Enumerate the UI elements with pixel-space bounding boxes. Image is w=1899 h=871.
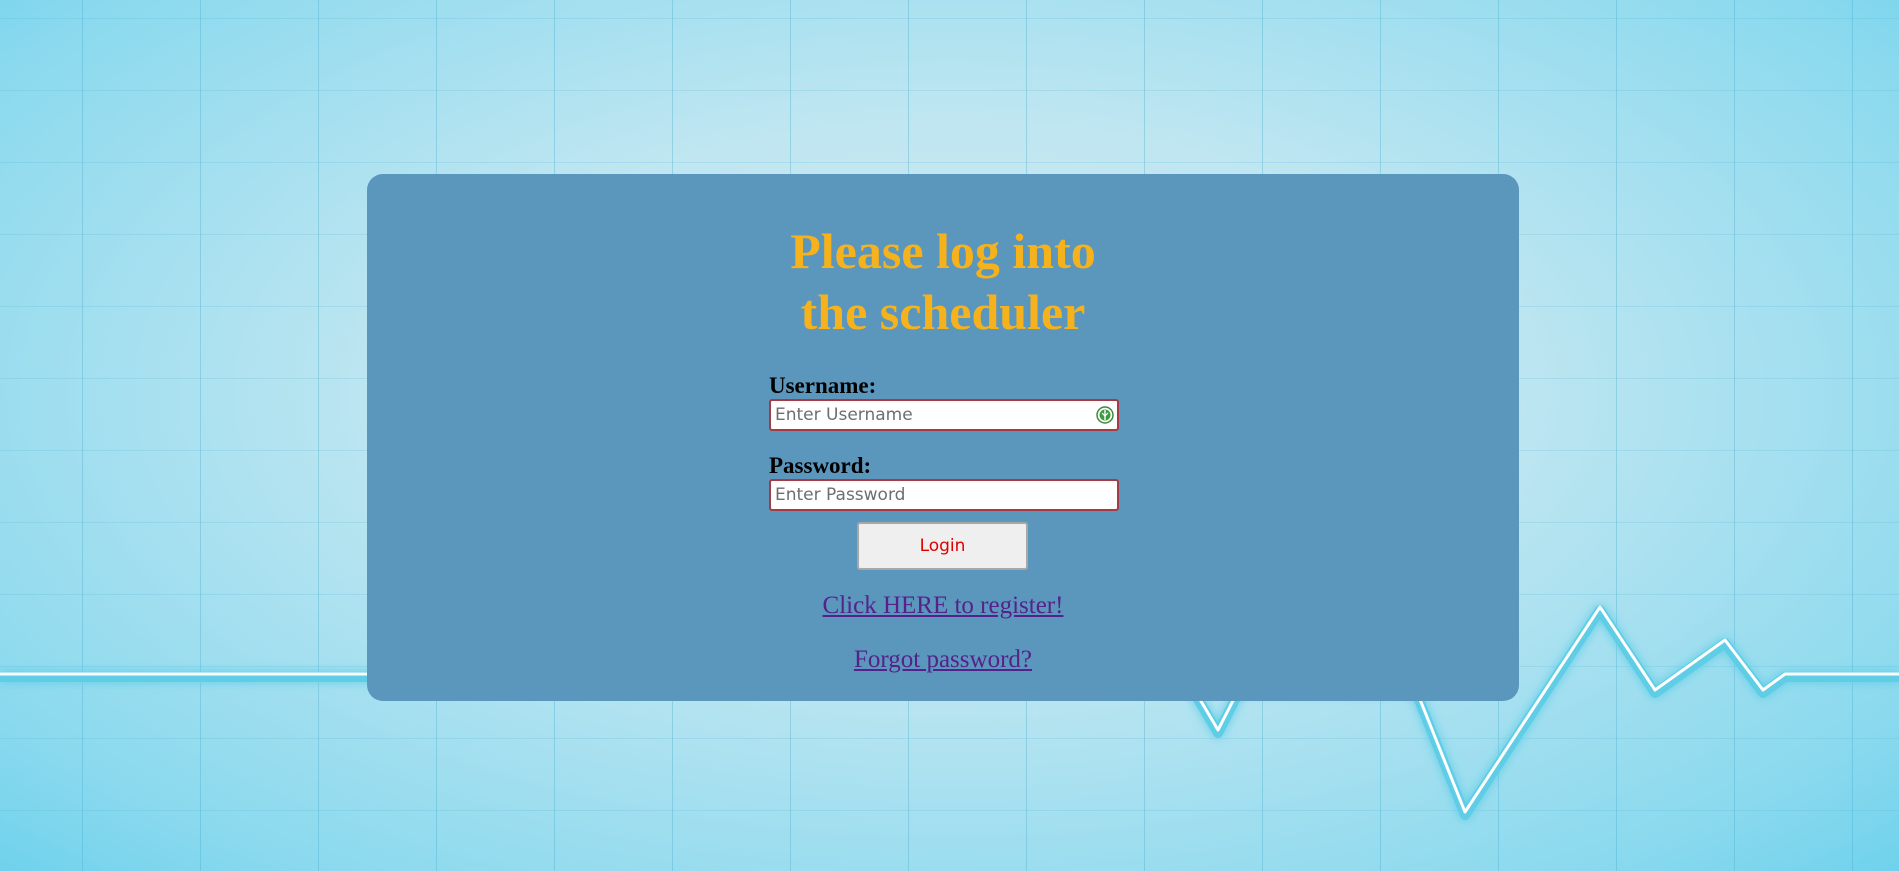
- password-input[interactable]: [771, 481, 1117, 509]
- login-button[interactable]: Login: [857, 522, 1028, 570]
- password-label: Password:: [769, 453, 872, 478]
- password-field-wrapper: [769, 479, 1119, 511]
- login-form: Username: Password:: [769, 373, 1119, 511]
- register-link[interactable]: Click HERE to register!: [367, 592, 1519, 620]
- username-label: Username:: [769, 373, 877, 398]
- page-title: Please log into the scheduler: [367, 221, 1519, 343]
- username-field-wrapper: [769, 399, 1119, 431]
- login-panel: Please log into the scheduler Username: …: [367, 174, 1519, 701]
- forgot-password-link[interactable]: Forgot password?: [367, 646, 1519, 674]
- username-input[interactable]: [771, 401, 1117, 429]
- password-manager-icon[interactable]: [1096, 406, 1114, 424]
- title-line-2: the scheduler: [800, 284, 1086, 340]
- title-line-1: Please log into: [790, 223, 1096, 279]
